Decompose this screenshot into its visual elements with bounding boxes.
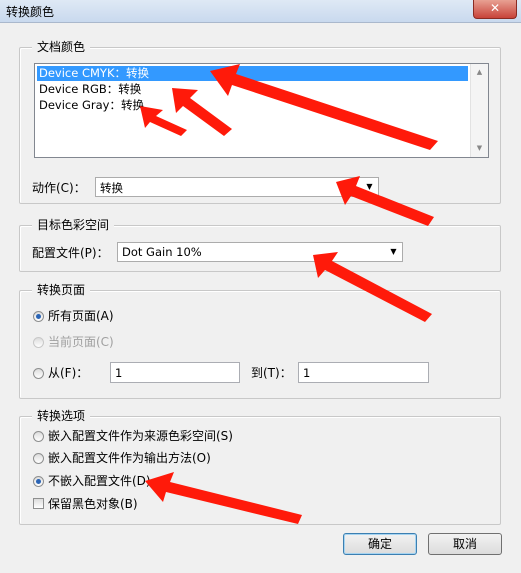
title-bar: 转换颜色 ✕ (0, 0, 521, 23)
profile-label: 配置文件(P)： (32, 246, 109, 260)
ok-button[interactable]: 确定 (343, 533, 417, 555)
action-select[interactable]: 转换 ▼ (95, 177, 379, 197)
list-item-cmyk[interactable]: Device CMYK：转换 (37, 66, 468, 81)
window-title: 转换颜色 (6, 5, 55, 19)
action-value: 转换 (100, 181, 123, 195)
convert-options-legend: 转换选项 (32, 409, 91, 424)
chevron-down-icon[interactable]: ▼ (385, 243, 402, 261)
radio-page-range[interactable] (33, 368, 44, 379)
cancel-button[interactable]: 取消 (428, 533, 502, 555)
current-page-label: 当前页面(C) (48, 335, 114, 349)
profile-value: Dot Gain 10% (122, 245, 202, 259)
scroll-down-icon[interactable]: ▼ (471, 140, 488, 157)
doc-color-legend: 文档颜色 (32, 40, 91, 55)
list-scrollbar[interactable]: ▲ ▼ (470, 64, 488, 157)
scroll-up-icon[interactable]: ▲ (471, 64, 488, 81)
profile-select[interactable]: Dot Gain 10% ▼ (117, 242, 403, 262)
list-item-gray[interactable]: Device Gray：转换 (37, 98, 144, 113)
chevron-down-icon[interactable]: ▼ (361, 178, 378, 196)
from-label[interactable]: 从(F)： (48, 365, 88, 381)
preserve-black-checkbox[interactable] (33, 498, 44, 509)
list-item-rgb[interactable]: Device RGB：转换 (37, 82, 141, 97)
radio-current-page (33, 337, 44, 348)
close-button[interactable]: ✕ (473, 0, 517, 19)
target-space-legend: 目标色彩空间 (32, 218, 115, 233)
all-pages-label[interactable]: 所有页面(A) (48, 308, 114, 324)
no-embed-label[interactable]: 不嵌入配置文件(D) (48, 473, 151, 489)
action-label: 动作(C)： (32, 181, 86, 195)
from-page-input[interactable]: 1 (110, 362, 240, 383)
doc-color-listbox[interactable]: Device CMYK：转换 Device RGB：转换 Device Gray… (34, 63, 489, 158)
embed-output-label[interactable]: 嵌入配置文件作为输出方法(O) (48, 450, 211, 466)
radio-all-pages[interactable] (33, 311, 44, 322)
convert-pages-legend: 转换页面 (32, 283, 91, 298)
radio-no-embed[interactable] (33, 476, 44, 487)
to-label: 到(T)： (251, 366, 292, 380)
to-page-input[interactable]: 1 (298, 362, 429, 383)
radio-embed-source[interactable] (33, 431, 44, 442)
preserve-black-label[interactable]: 保留黑色对象(B) (48, 496, 138, 512)
radio-embed-output[interactable] (33, 453, 44, 464)
embed-source-label[interactable]: 嵌入配置文件作为来源色彩空间(S) (48, 428, 233, 444)
